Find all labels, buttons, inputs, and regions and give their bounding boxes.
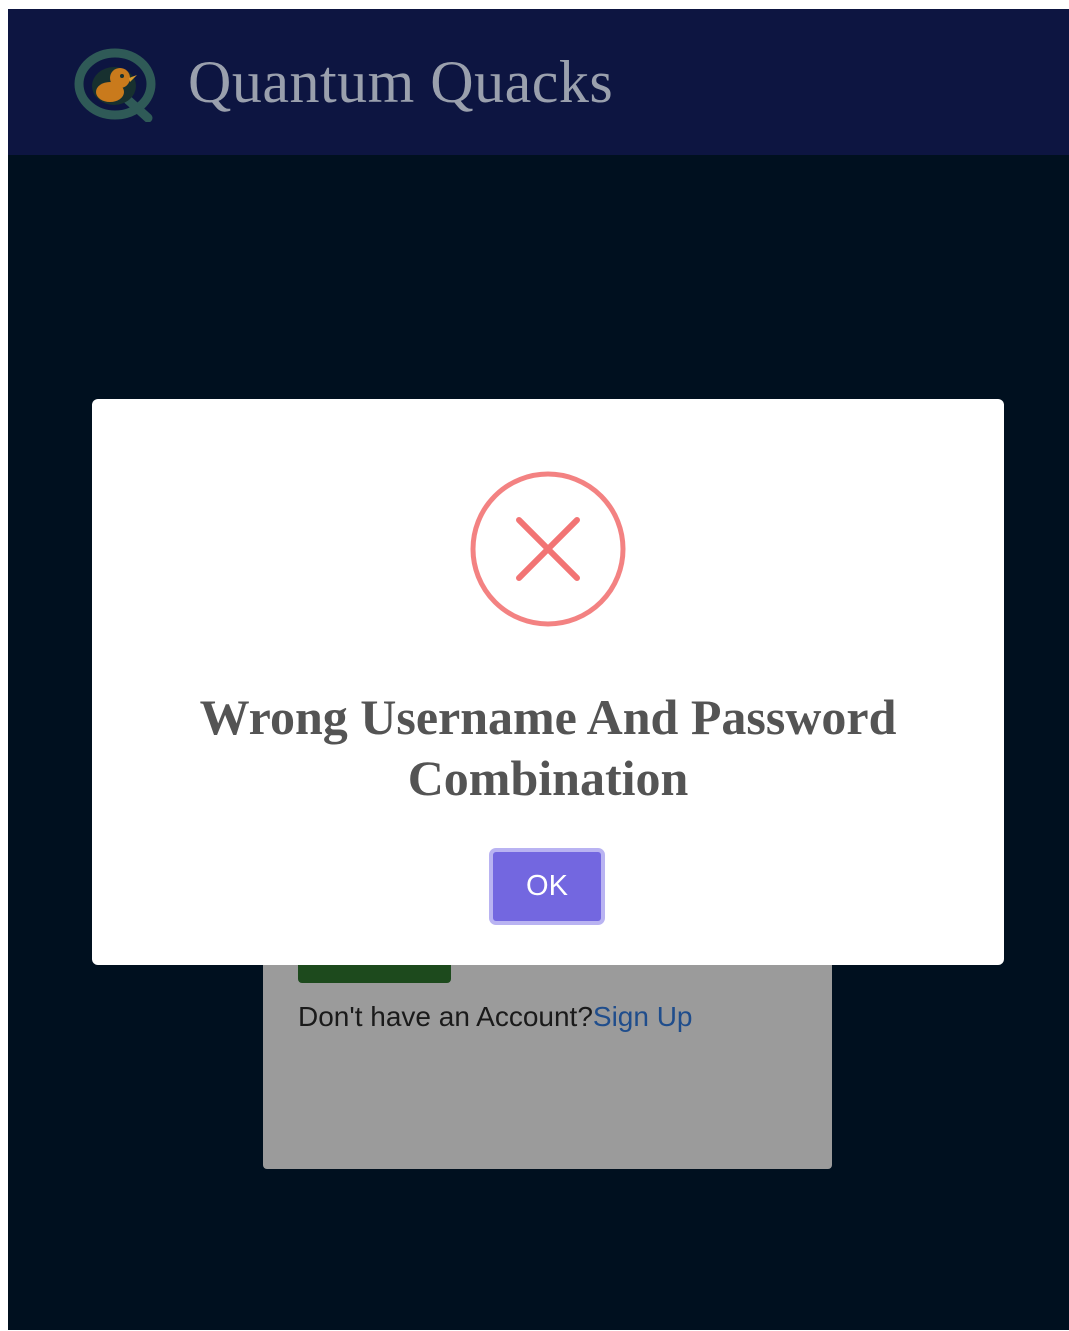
brand-title[interactable]: Quantum Quacks: [188, 48, 613, 117]
navbar: Quantum Quacks: [8, 9, 1069, 155]
signup-link[interactable]: Sign Up: [593, 1001, 693, 1032]
error-modal: Wrong Username And Password Combination …: [92, 399, 1004, 965]
app-root: Quantum Quacks Don't have an Account?Sig…: [8, 9, 1069, 1330]
error-x-icon: [470, 471, 626, 627]
login-card: Don't have an Account?Sign Up: [263, 939, 832, 1169]
signup-prompt-text: Don't have an Account?: [298, 1001, 593, 1032]
duck-logo-icon[interactable]: [70, 42, 160, 122]
ok-button[interactable]: OK: [489, 848, 605, 925]
modal-title: Wrong Username And Password Combination: [199, 689, 897, 806]
signup-prompt: Don't have an Account?Sign Up: [298, 1001, 693, 1033]
